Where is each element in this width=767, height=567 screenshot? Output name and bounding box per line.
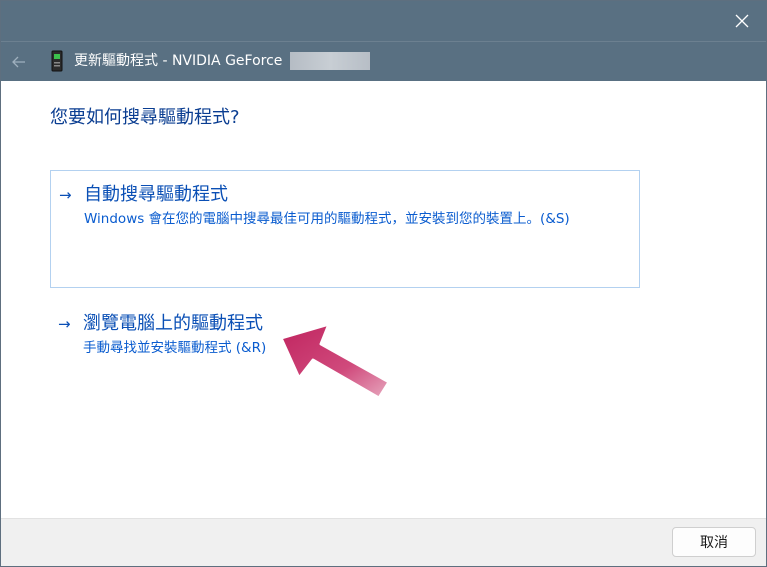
option-description: 手動尋找並安裝驅動程式 (&R) [83,340,267,356]
option-description: Windows 會在您的電腦中搜尋最佳可用的驅動程式，並安裝到您的裝置上。(&S… [84,211,570,227]
update-driver-dialog: 更新驅動程式 - NVIDIA GeForce 您要如何搜尋驅動程式? → 自動… [0,0,767,567]
close-icon [735,14,749,28]
window-title: 更新驅動程式 - NVIDIA GeForce [74,53,283,69]
page-heading: 您要如何搜尋驅動程式? [50,107,240,128]
option-title: 自動搜尋驅動程式 [84,184,228,205]
redacted-model-name [290,52,370,70]
footer-bar: 取消 [1,518,766,566]
option-title: 瀏覽電腦上的驅動程式 [83,313,263,334]
close-button[interactable] [720,3,764,39]
pointer-arrow-annotation [279,322,391,400]
arrow-right-icon: → [59,186,72,204]
back-button[interactable] [5,48,33,76]
title-bar: 更新驅動程式 - NVIDIA GeForce [1,1,766,81]
cancel-button[interactable]: 取消 [672,527,756,557]
arrow-right-icon: → [58,315,71,333]
navigation-row: 更新驅動程式 - NVIDIA GeForce [1,41,766,82]
back-arrow-icon [12,56,25,68]
graphics-card-icon [51,50,63,72]
search-automatically-option[interactable]: → 自動搜尋驅動程式 Windows 會在您的電腦中搜尋最佳可用的驅動程式，並安… [50,170,640,288]
